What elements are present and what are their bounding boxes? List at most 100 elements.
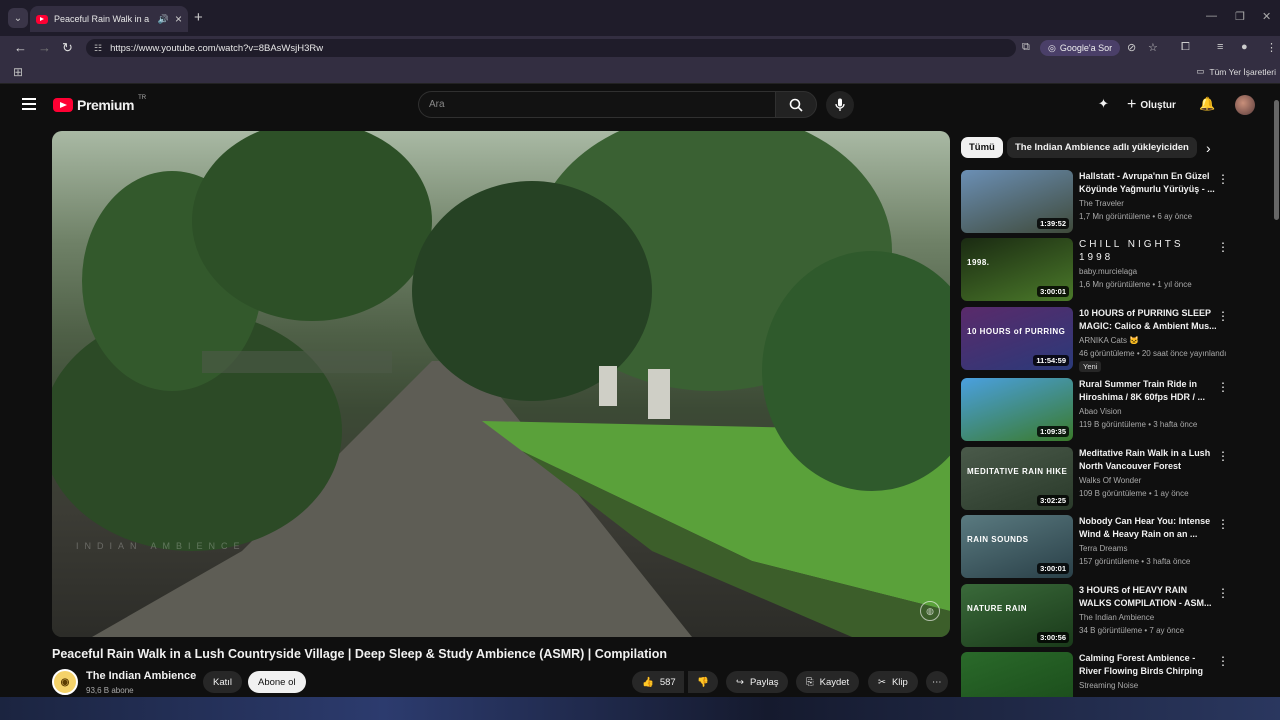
video-thumbnail[interactable]: MEDITATIVE RAIN HIKE 3:02:25 xyxy=(961,447,1073,510)
create-label: Oluştur xyxy=(1140,99,1176,111)
create-button[interactable]: + Oluştur xyxy=(1127,96,1176,114)
site-info-icon[interactable]: ☷ xyxy=(94,43,102,54)
more-options-icon[interactable]: ⋮ xyxy=(1217,449,1229,463)
recommendation-channel[interactable]: The Traveler xyxy=(1079,199,1124,208)
apps-grid-icon[interactable]: ⊞ xyxy=(13,65,23,79)
recommendation-channel[interactable]: Streaming Noise xyxy=(1079,681,1138,690)
thumbnail-text: MEDITATIVE RAIN HIKE xyxy=(967,467,1068,476)
recommendation-meta: 1,6 Mn görüntüleme • 1 yıl önce xyxy=(1079,280,1192,289)
bookmark-star-icon[interactable]: ☆ xyxy=(1148,41,1158,54)
subscriber-count: 93,6 B abone xyxy=(86,686,134,695)
recommendation-title[interactable]: Hallstatt - Avrupa'nın En Güzel Köyünde … xyxy=(1079,170,1219,196)
video-thumbnail[interactable]: RAIN SOUNDS 3:00:01 xyxy=(961,515,1073,578)
recommendation-title[interactable]: Calming Forest Ambience - River Flowing … xyxy=(1079,652,1219,679)
join-button[interactable]: Katıl xyxy=(203,671,243,693)
chip-label: The Indian Ambience adlı yükleyiciden xyxy=(1015,142,1189,153)
recommendation-channel[interactable]: Abao Vision xyxy=(1079,407,1122,416)
recommendation-title[interactable]: Meditative Rain Walk in a Lush North Van… xyxy=(1079,447,1219,473)
chip-all[interactable]: Tümü xyxy=(961,137,1003,158)
more-options-icon[interactable]: ⋮ xyxy=(1217,240,1229,254)
search-placeholder: Ara xyxy=(429,99,445,110)
recommendation-title[interactable]: Nobody Can Hear You: Intense Wind & Heav… xyxy=(1079,515,1219,541)
browser-tab[interactable]: Peaceful Rain Walk in a Lush 🔊 × xyxy=(30,6,188,32)
eye-off-icon[interactable]: ⊘ xyxy=(1127,41,1136,54)
more-actions-button[interactable]: ⋯ xyxy=(926,671,948,693)
cast-to-tv-icon[interactable]: ✦ xyxy=(1098,96,1109,112)
recommendation-item[interactable]: 1:39:52 Hallstatt - Avrupa'nın En Güzel K… xyxy=(961,170,1261,234)
cast-icon[interactable]: ⧉ xyxy=(1022,41,1030,54)
more-options-icon[interactable]: ⋮ xyxy=(1217,654,1229,668)
video-thumbnail[interactable]: 1:39:52 xyxy=(961,170,1073,233)
bookmark-icon: ⎘ xyxy=(806,676,814,688)
close-tab-icon[interactable]: × xyxy=(175,12,182,26)
account-avatar[interactable] xyxy=(1235,95,1255,115)
more-options-icon[interactable]: ⋮ xyxy=(1217,517,1229,531)
like-button[interactable]: 👍 587 xyxy=(632,671,684,693)
hamburger-menu-icon[interactable] xyxy=(22,98,36,110)
more-options-icon[interactable]: ⋮ xyxy=(1217,586,1229,600)
channel-avatar[interactable]: ◉ xyxy=(52,669,78,695)
recommendation-item[interactable]: NATURE RAIN 3:00:56 3 HOURS of HEAVY RAIN … xyxy=(961,584,1261,648)
more-options-icon[interactable]: ⋮ xyxy=(1217,309,1229,323)
recommendation-title[interactable]: 3 HOURS of HEAVY RAIN WALKS COMPILATION … xyxy=(1079,584,1219,610)
video-thumbnail[interactable]: NATURE RAIN 3:00:56 xyxy=(961,584,1073,647)
minimize-button[interactable]: — xyxy=(1206,10,1217,22)
subscribe-button[interactable]: Abone ol xyxy=(248,671,306,693)
search-button[interactable] xyxy=(775,91,817,118)
media-control-icon[interactable]: ≡ xyxy=(1217,41,1223,53)
recommendation-channel[interactable]: baby.murcielaga xyxy=(1079,267,1137,276)
back-button[interactable]: ← xyxy=(14,40,27,55)
reload-button[interactable]: ↻ xyxy=(62,40,73,56)
like-count: 587 xyxy=(659,676,676,688)
video-thumbnail[interactable]: 1998. 3:00:01 xyxy=(961,238,1073,301)
youtube-logo[interactable]: Premium TR xyxy=(53,95,146,113)
audio-playing-icon[interactable]: 🔊 xyxy=(158,14,169,25)
all-bookmarks-button[interactable]: ▭ Tüm Yer İşaretleri xyxy=(1196,66,1276,77)
chip-from-uploader[interactable]: The Indian Ambience adlı yükleyiciden xyxy=(1007,137,1197,158)
recommendation-channel[interactable]: ARNIKA Cats 🐱 xyxy=(1079,336,1139,345)
recommendation-item[interactable]: MEDITATIVE RAIN HIKE 3:02:25 Meditative Ra… xyxy=(961,447,1261,511)
recommendation-channel[interactable]: Walks Of Wonder xyxy=(1079,476,1141,485)
recommendation-meta: 1,7 Mn görüntüleme • 6 ay önce xyxy=(1079,212,1193,221)
duration-badge: 3:00:01 xyxy=(1037,563,1069,574)
thumbs-up-icon: 👍 xyxy=(642,676,654,688)
profile-icon[interactable]: ● xyxy=(1241,41,1248,53)
extensions-icon[interactable]: ⧠ xyxy=(1181,41,1190,54)
recommendation-item[interactable]: 1998. 3:00:01 CHILL NIGHTS 1998 baby.murcie… xyxy=(961,238,1261,302)
forward-button[interactable]: → xyxy=(38,40,51,55)
ask-google-button[interactable]: ◎ Google'a Sor xyxy=(1040,40,1121,56)
video-thumbnail[interactable]: 1:09:35 xyxy=(961,378,1073,441)
save-button[interactable]: ⎘ Kaydet xyxy=(796,671,860,693)
new-tab-button[interactable]: + xyxy=(194,9,203,26)
recommendation-title[interactable]: CHILL NIGHTS 1998 xyxy=(1079,238,1219,264)
url-bar[interactable]: ☷ https://www.youtube.com/watch?v=8BAsWs… xyxy=(86,39,1016,57)
clip-label: Klip xyxy=(891,676,908,688)
browser-menu-icon[interactable]: ⋮ xyxy=(1266,41,1277,54)
recommendation-channel[interactable]: Terra Dreams xyxy=(1079,544,1127,553)
video-player[interactable]: INDIAN AMBIENCE ◍ xyxy=(52,131,950,637)
share-label: Paylaş xyxy=(749,676,779,688)
share-button[interactable]: ↪ Paylaş xyxy=(726,671,789,693)
chevron-right-icon[interactable]: › xyxy=(1206,140,1211,156)
clip-button[interactable]: ✂ Klip xyxy=(868,671,918,693)
search-input[interactable]: Ara xyxy=(418,91,776,118)
recommendation-channel[interactable]: The Indian Ambience xyxy=(1079,613,1154,622)
more-options-icon[interactable]: ⋮ xyxy=(1217,380,1229,394)
more-options-icon[interactable]: ⋮ xyxy=(1217,172,1229,186)
recommendation-title[interactable]: 10 HOURS of PURRING SLEEP MAGIC: Calico … xyxy=(1079,307,1219,333)
channel-watermark-logo[interactable]: ◍ xyxy=(920,601,940,621)
recommendation-item[interactable]: RAIN SOUNDS 3:00:01 Nobody Can Hear You: I… xyxy=(961,515,1261,579)
video-thumbnail[interactable]: 10 HOURS of PURRING 11:54:59 xyxy=(961,307,1073,370)
channel-name[interactable]: The Indian Ambience xyxy=(86,670,196,682)
thumbnail-text: 1998. xyxy=(967,258,990,267)
recommendation-title[interactable]: Rural Summer Train Ride in Hiroshima / 8… xyxy=(1079,378,1219,404)
page-scrollbar[interactable] xyxy=(1274,100,1279,220)
recommendation-item[interactable]: 10 HOURS of PURRING 11:54:59 10 HOURS of P… xyxy=(961,307,1261,372)
tab-search-dropdown[interactable]: ⌄ xyxy=(8,8,28,28)
notifications-bell-icon[interactable]: 🔔 xyxy=(1199,96,1215,112)
voice-search-button[interactable] xyxy=(826,91,854,119)
recommendation-item[interactable]: 1:09:35 Rural Summer Train Ride in Hirosh… xyxy=(961,378,1261,442)
window-close-button[interactable]: ✕ xyxy=(1262,10,1271,23)
maximize-button[interactable]: ❐ xyxy=(1235,10,1245,23)
dislike-button[interactable]: 👎 xyxy=(688,671,718,693)
